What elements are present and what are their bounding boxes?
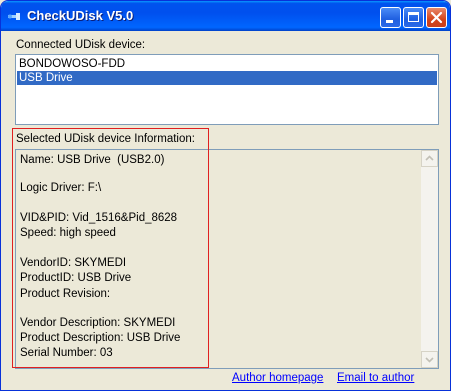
maximize-button[interactable]: [403, 7, 424, 28]
scroll-up-button[interactable]: [421, 150, 438, 167]
arrow-down-icon: [425, 357, 434, 363]
title-bar[interactable]: CheckUDisk V5.0: [1, 1, 450, 31]
usb-app-icon: [8, 13, 20, 20]
maximize-icon: [408, 12, 419, 22]
email-author-link[interactable]: Email to author: [337, 372, 414, 384]
info-scrollbar[interactable]: [421, 150, 438, 368]
device-list-item-selected[interactable]: USB Drive: [17, 71, 437, 85]
app-window: CheckUDisk V5.0 Connected UDisk device: …: [0, 0, 451, 391]
window-title: CheckUDisk V5.0: [27, 8, 134, 23]
minimize-button[interactable]: [380, 7, 401, 28]
close-icon: [430, 11, 443, 24]
close-button[interactable]: [426, 7, 447, 28]
device-list[interactable]: BONDOWOSO-FDD USB Drive: [15, 54, 439, 125]
connected-devices-label: Connected UDisk device:: [16, 39, 146, 51]
author-homepage-link[interactable]: Author homepage: [232, 372, 323, 384]
scroll-down-button[interactable]: [421, 351, 438, 368]
minimize-icon: [386, 20, 393, 23]
arrow-up-icon: [425, 155, 434, 161]
device-list-item[interactable]: BONDOWOSO-FDD: [17, 57, 437, 71]
highlight-box: [12, 128, 209, 368]
